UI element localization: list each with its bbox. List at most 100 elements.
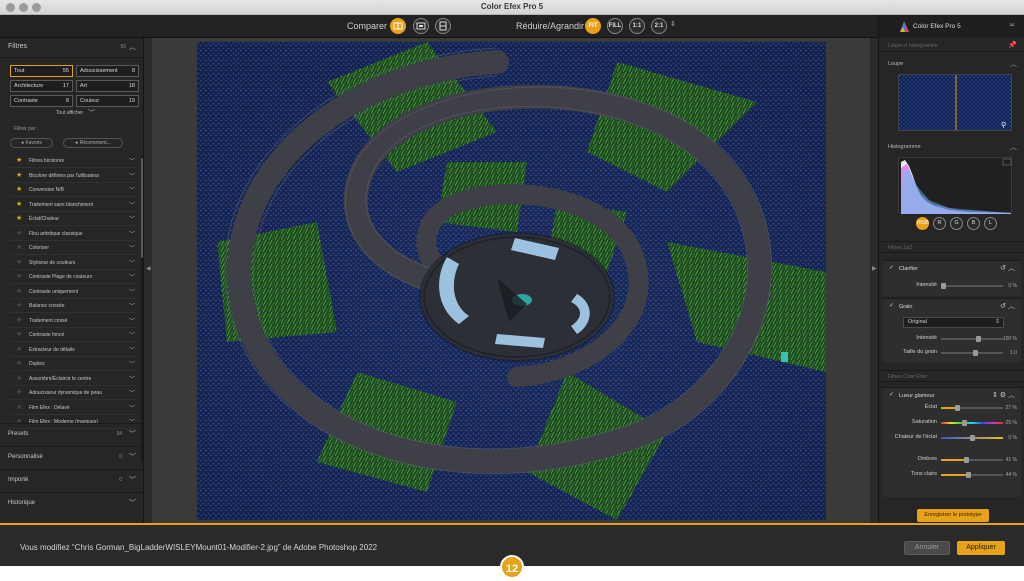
glow-param-slider[interactable] [941,405,1003,411]
filter-stack-header[interactable]: Filtres 1st2 [879,241,1024,253]
chevron-down-icon[interactable]: ﹀ [129,243,135,252]
zoom-fit-button[interactable]: FIT [585,18,601,34]
collapse-left-panel-icon[interactable]: ◀ [146,265,151,272]
channel-r-button[interactable]: R [933,217,946,230]
category-color[interactable]: Couleur 19 [76,95,139,107]
chevron-down-icon[interactable]: ﹀ [129,229,135,238]
chevron-down-icon[interactable]: ﹀ [129,200,135,209]
loupe-histogram-header[interactable]: Loupe et histogramme 📌 [879,40,1024,52]
channel-g-button[interactable]: G [950,217,963,230]
category-all[interactable]: Tout 55 [10,65,73,77]
preview-canvas[interactable] [152,38,870,523]
filter-list-item[interactable]: ★ Contraste uniquement ﹀ [10,285,138,299]
favorite-star-icon[interactable]: ★ [16,374,22,382]
grain-actions[interactable]: ↺ ︿ [1000,301,1015,311]
grain-type-select[interactable]: Original ⇕ [903,317,1004,328]
favorite-star-icon[interactable]: ★ [16,258,22,266]
filter-list-item[interactable]: ★ Contraste foncé ﹀ [10,328,138,342]
color-filters-header[interactable]: Filtres Color Filter [879,370,1024,382]
chevron-down-icon[interactable]: ﹀ [129,374,135,383]
favorite-star-icon[interactable]: ★ [16,171,22,179]
filter-list-item[interactable]: ★ Coloriser ﹀ [10,241,138,255]
stepper-icon[interactable]: ⇕ [992,392,998,399]
cancel-button[interactable]: Annuler [904,541,950,555]
chevron-down-icon[interactable]: ﹀ [88,108,95,118]
filter-list-item[interactable]: ★ Flou artistique classique ﹀ [10,227,138,241]
chevron-down-icon[interactable]: ﹀ [129,258,135,267]
slider-knob[interactable] [965,472,971,478]
grain-size-slider[interactable] [941,350,1003,356]
glow-enable-checkbox[interactable]: ✓ [889,391,894,398]
favorite-star-icon[interactable]: ★ [16,403,22,411]
chevron-down-icon[interactable]: ﹀ [129,403,135,412]
panel-menu-icon[interactable]: ≍ [1009,21,1015,29]
compare-stacked-button[interactable] [435,18,451,34]
save-preset-button[interactable]: Enregistrer le prototype [917,509,989,522]
glow-actions[interactable]: ⇕ ⚙ ︿ [992,390,1015,400]
favorite-star-icon[interactable]: ★ [16,243,22,251]
favorite-star-icon[interactable]: ★ [16,388,22,396]
favorite-star-icon[interactable]: ★ [16,156,22,164]
slider-knob[interactable] [963,457,969,463]
chevron-down-icon[interactable]: ﹀ [129,171,135,180]
zoom-1to1-button[interactable]: 1:1 [629,18,645,34]
collapse-right-panel-icon[interactable]: ▶ [872,265,877,272]
zoom-2to1-button[interactable]: 2:1 [651,18,667,34]
favorite-star-icon[interactable]: ★ [16,287,22,295]
reset-icon[interactable]: ↺ [1000,303,1006,310]
compare-split-button[interactable] [390,18,406,34]
zoom-stepper-icon[interactable]: ⇕ [670,20,676,28]
category-softening[interactable]: Adoucissement 8 [76,65,139,77]
filter-list-item[interactable]: ★ Contraste Plage de couleurs ﹀ [10,270,138,284]
pin-icon[interactable]: 📌 [1008,41,1017,49]
favorite-star-icon[interactable]: ★ [16,272,22,280]
slider-knob[interactable] [969,435,975,441]
loupe-section-header[interactable]: Loupe ︿ [879,57,1024,71]
filter-list-scroll-thumb[interactable] [141,158,143,258]
chevron-down-icon[interactable]: ﹀ [129,316,135,325]
zoom-fill-button[interactable]: FILL [607,18,623,34]
chevron-down-icon[interactable]: ﹀ [129,301,135,310]
grain-intensity-slider[interactable] [941,336,1003,342]
filters-section-header[interactable]: Filtres 55 ︿ [0,38,143,58]
favorite-star-icon[interactable]: ★ [16,345,22,353]
imported-section-header[interactable]: Importé 0 ﹀ [0,469,143,491]
reset-icon[interactable]: ↺ [1000,265,1006,272]
filter-list-item[interactable]: ★ Filtres bicolores ﹀ [10,154,138,168]
filter-list-item[interactable]: ★ Traitement sans blanchiment ﹀ [10,198,138,212]
glow-param-slider[interactable] [941,420,1003,426]
show-all-link[interactable]: Tout afficher [56,110,83,116]
gear-icon[interactable]: ⚙ [1000,392,1006,399]
chevron-down-icon[interactable]: ﹀ [129,272,135,281]
chevron-down-icon[interactable]: ﹀ [129,214,135,223]
presets-section-header[interactable]: Presets 34 ﹀ [0,423,143,445]
apply-button[interactable]: Appliquer [957,541,1005,555]
slider-knob[interactable] [941,283,946,289]
favorite-star-icon[interactable]: ★ [16,200,22,208]
custom-section-header[interactable]: Personnalisé 0 ﹀ [0,446,143,468]
chevron-down-icon[interactable]: ﹀ [129,345,135,354]
channel-b-button[interactable]: B [967,217,980,230]
favorite-star-icon[interactable]: ★ [16,214,22,222]
glow-param-slider[interactable] [941,435,1003,441]
filter-list-item[interactable]: ★ Conversion N/B ﹀ [10,183,138,197]
category-contrast[interactable]: Contraste 8 [10,95,73,107]
filter-list-item[interactable]: ★ Styliseur de couleurs ﹀ [10,256,138,270]
category-architecture[interactable]: Architecture 17 [10,80,73,92]
filter-list-item[interactable]: ★ Film Efex : Délavé ﹀ [10,401,138,415]
chevron-down-icon[interactable]: ﹀ [129,156,135,165]
chevron-down-icon[interactable]: ﹀ [129,185,135,194]
favorites-pill[interactable]: ● Favoris [10,138,53,148]
clarity-actions[interactable]: ↺ ︿ [1000,263,1015,273]
filter-list-item[interactable]: ★ Extracteur de détails ﹀ [10,343,138,357]
favorite-star-icon[interactable]: ★ [16,330,22,338]
chevron-up-icon[interactable]: ︿ [1008,265,1015,272]
filter-list-item[interactable]: ★ Bicolore définies par l'utilisateur ﹀ [10,169,138,183]
chevron-down-icon[interactable]: ﹀ [129,287,135,296]
chevron-down-icon[interactable]: ﹀ [129,388,135,397]
channel-l-button[interactable]: L [984,217,997,230]
favorite-star-icon[interactable]: ★ [16,359,22,367]
filter-list-item[interactable]: ★ Traitement croisé ﹀ [10,314,138,328]
loupe-preview[interactable]: ⚲ [898,74,1012,131]
slider-knob[interactable] [975,336,981,342]
